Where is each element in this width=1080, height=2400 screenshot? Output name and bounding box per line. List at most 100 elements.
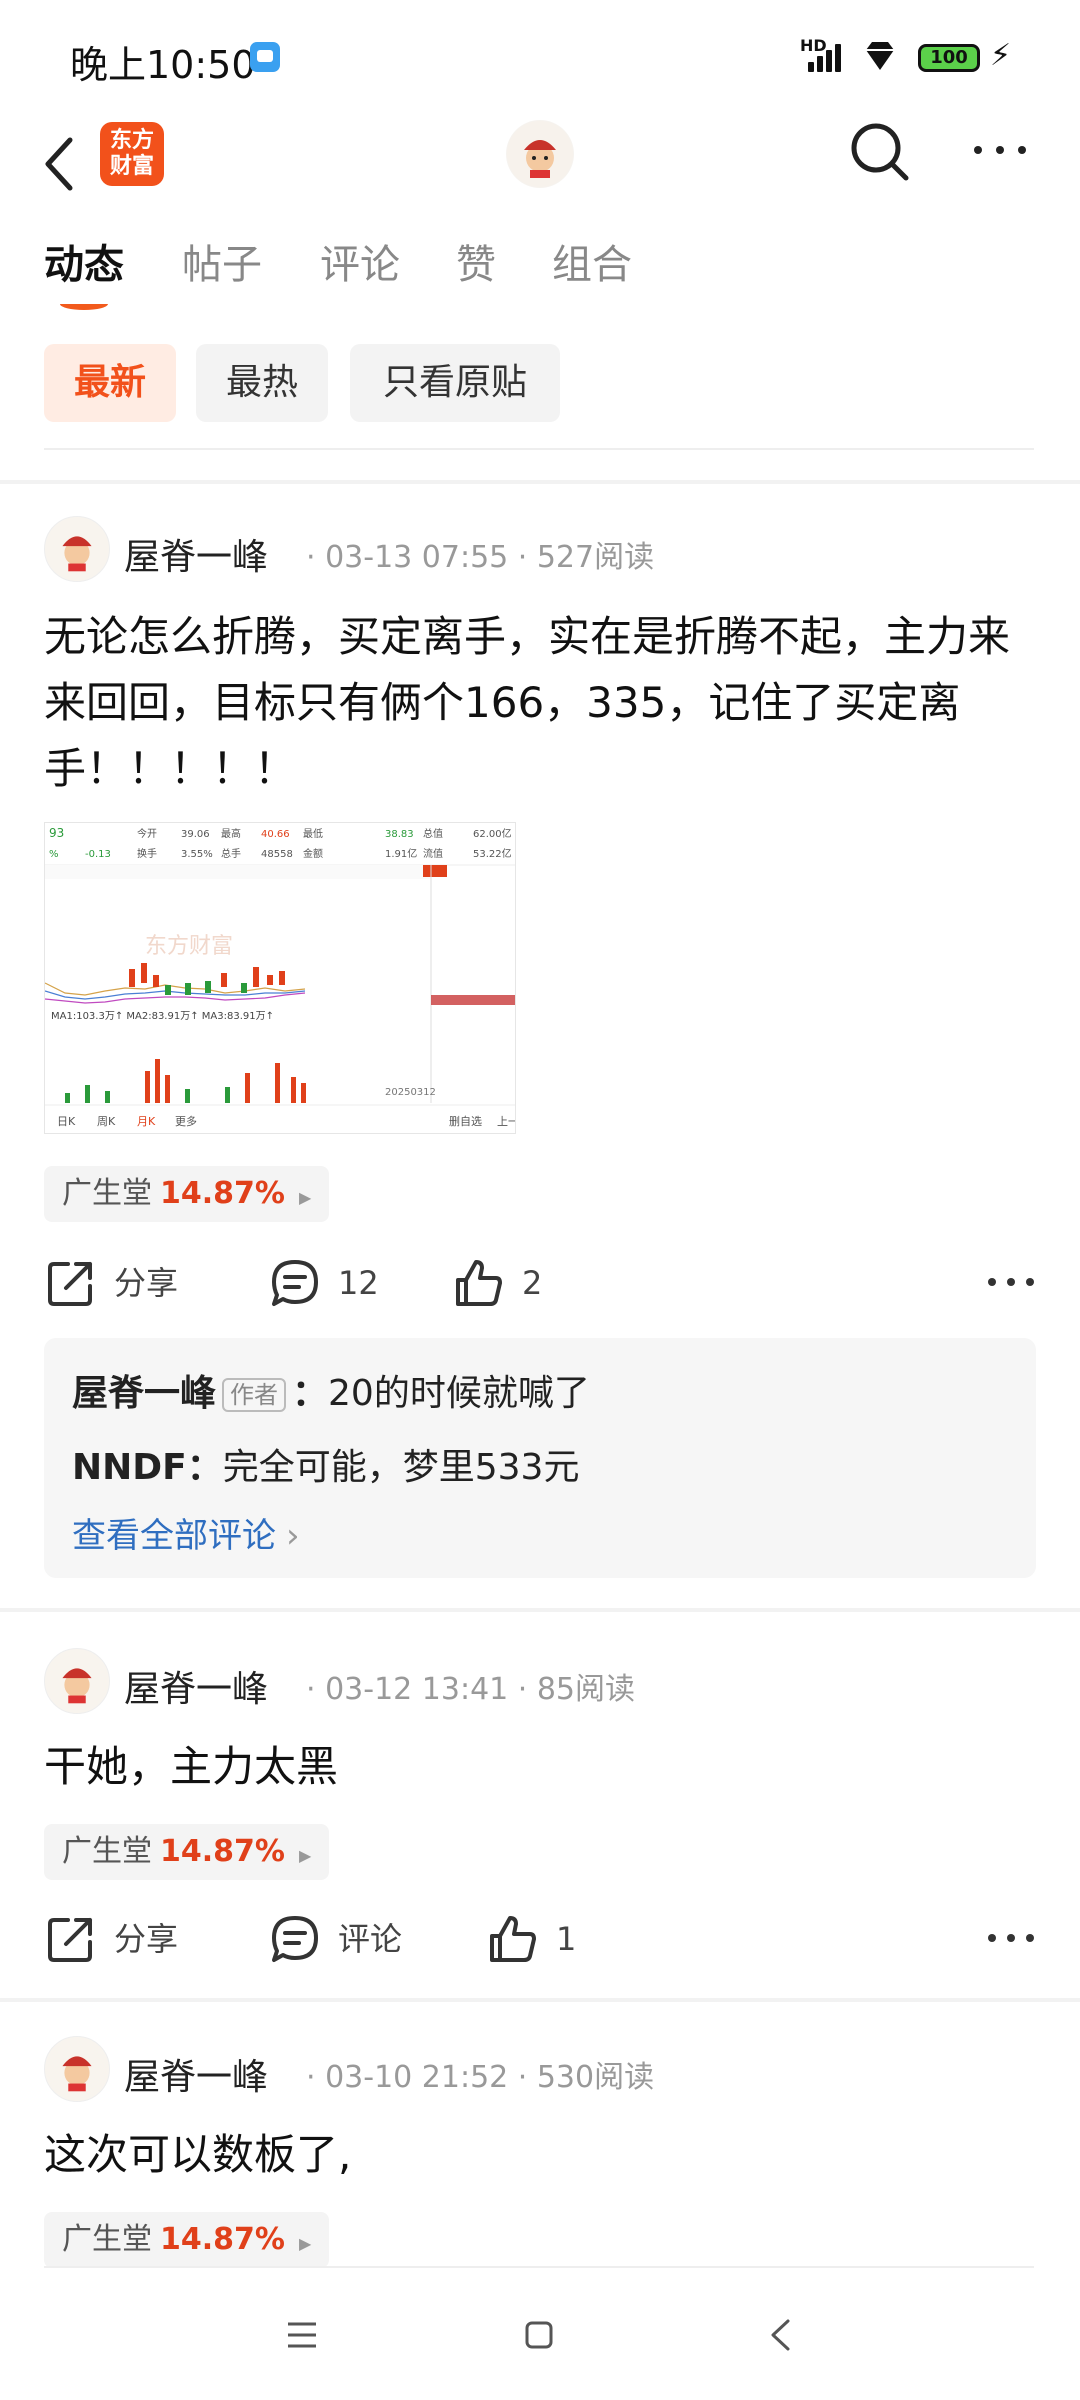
chart-stat-label: 换手 <box>137 847 157 860</box>
stock-name: 广生堂 <box>62 1176 152 1211</box>
stock-name: 广生堂 <box>62 2222 152 2257</box>
share-icon <box>48 1262 92 1306</box>
signal-icon <box>808 40 848 72</box>
menu-icon[interactable] <box>286 2320 318 2350</box>
chart-stat-value: 40.66 <box>261 829 290 840</box>
comment-icon <box>272 1260 318 1306</box>
more-icon[interactable] <box>986 1930 1036 1946</box>
chart-stat-label: 最低 <box>303 827 323 840</box>
charging-icon: ⚡ <box>990 38 1012 73</box>
post-header: 屋脊一峰 · 03-13 07:55 · 527阅读 <box>44 516 1044 586</box>
tab-active-indicator <box>60 298 108 310</box>
tab-likes[interactable]: 赞 <box>456 232 496 290</box>
like-button[interactable]: 1 <box>486 1904 606 1974</box>
chart-watermark: 东方财富 <box>145 934 233 959</box>
play-arrow-icon: ▶ <box>298 1188 312 1207</box>
comment-button[interactable]: 12 <box>268 1248 408 1318</box>
chart-stat-label: -0.13 <box>85 849 111 860</box>
like-button[interactable]: 2 <box>452 1248 592 1318</box>
like-count: 1 <box>556 1920 577 1958</box>
comment-text: 完全可能，梦里533元 <box>222 1447 580 1488</box>
post-meta: · 03-13 07:55 · 527阅读 <box>306 540 655 575</box>
more-icon[interactable] <box>986 1274 1036 1290</box>
chart-stat-value: 38.83 <box>385 829 414 840</box>
commenter-name: NNDF <box>72 1447 187 1488</box>
comment-preview[interactable]: 屋脊一峰 作者 ：20的时候就喊了 NNDF：完全可能，梦里533元 查看全部评论 › <box>44 1338 1036 1578</box>
system-nav-bar <box>0 2270 1080 2400</box>
post-text[interactable]: 无论怎么折腾，买定离手，实在是折腾不起，主力来来回回，目标只有俩个166，335… <box>44 604 1044 802</box>
chart-stat-label: 总值 <box>423 827 443 840</box>
comment-count: 12 <box>338 1264 379 1302</box>
comment-label: 评论 <box>338 1920 403 1958</box>
chart-stat-value: 39.06 <box>181 829 210 840</box>
play-arrow-icon: ▶ <box>298 2234 312 2253</box>
kline-chart-image: 93 % -0.13 今开 39.06 最高 40.66 最低 38.83 总值… <box>45 823 516 1133</box>
filter-original-only[interactable]: 只看原贴 <box>350 344 560 422</box>
tab-dynamic[interactable]: 动态 <box>44 232 124 290</box>
stock-name: 广生堂 <box>62 1834 152 1869</box>
author-avatar[interactable] <box>44 1648 110 1714</box>
filter-hot[interactable]: 最热 <box>196 344 328 422</box>
chevron-right-icon: › <box>286 1516 300 1556</box>
stock-change: 14.87% <box>160 1176 285 1211</box>
notification-app-icon <box>250 42 280 72</box>
author-tag: 作者 <box>222 1378 287 1412</box>
tab-comments[interactable]: 评论 <box>320 232 400 290</box>
share-icon <box>48 1918 92 1962</box>
post-image-kline[interactable]: 93 % -0.13 今开 39.06 最高 40.66 最低 38.83 总值… <box>44 822 516 1134</box>
author-name[interactable]: 屋脊一峰 <box>124 2048 268 2100</box>
stock-change: 14.87% <box>160 1834 285 1869</box>
post-meta: · 03-12 13:41 · 85阅读 <box>306 1672 636 1707</box>
chart-date: 20250312 <box>385 1087 436 1098</box>
tab-portfolio[interactable]: 组合 <box>552 232 632 290</box>
chart-stat-label: 今开 <box>137 827 157 840</box>
chart-stat-label: 最高 <box>221 827 241 840</box>
top-nav: 东方 财富 <box>0 110 1080 230</box>
battery-indicator: 100 <box>918 44 980 72</box>
share-button[interactable]: 分享 <box>44 1248 214 1318</box>
author-name[interactable]: 屋脊一峰 <box>124 1660 268 1712</box>
divider <box>0 1998 1080 2002</box>
chart-stat-label: 93 <box>49 826 64 840</box>
commenter-name: 屋脊一峰 <box>72 1373 217 1414</box>
comment-button[interactable]: 评论 <box>268 1904 438 1974</box>
comment-item: 屋脊一峰 作者 ：20的时候就喊了 <box>72 1373 590 1414</box>
chart-side-next: 上一 <box>497 1115 516 1128</box>
post-actions: 分享 评论 1 <box>44 1904 1044 1974</box>
search-icon[interactable] <box>848 120 912 184</box>
post-text[interactable]: 这次可以数板了, <box>44 2122 1044 2188</box>
chart-stat-label: 总手 <box>221 847 241 860</box>
more-options-icon[interactable] <box>970 140 1030 160</box>
author-name[interactable]: 屋脊一峰 <box>124 528 268 580</box>
chart-stat-label: 金额 <box>303 847 323 860</box>
filter-bar: 最新 最热 只看原贴 <box>0 344 1080 424</box>
stock-tag[interactable]: 广生堂 14.87% ▶ <box>44 1824 330 1880</box>
stock-change: 14.87% <box>160 2222 285 2257</box>
chart-tab-more: 更多 <box>175 1114 197 1128</box>
stock-tag[interactable]: 广生堂 14.87% ▶ <box>44 1166 330 1222</box>
play-arrow-icon: ▶ <box>298 1846 312 1865</box>
status-bar: 晚上10:50 HD 100 ⚡ <box>0 0 1080 110</box>
author-avatar[interactable] <box>44 516 110 582</box>
post-actions: 分享 12 2 <box>44 1248 1044 1318</box>
chart-stat-label: % <box>49 849 59 860</box>
back-arrow-icon[interactable] <box>40 134 80 194</box>
view-all-comments-link[interactable]: 查看全部评论 › <box>72 1508 300 1557</box>
back-nav-icon[interactable] <box>768 2318 792 2352</box>
filter-latest[interactable]: 最新 <box>44 344 176 422</box>
eastmoney-logo[interactable]: 东方 财富 <box>100 122 164 186</box>
post-text[interactable]: 干她，主力太黑 <box>44 1734 1044 1800</box>
stock-tag[interactable]: 广生堂 14.87% ▶ <box>44 2212 330 2268</box>
post-header: 屋脊一峰 · 03-12 13:41 · 85阅读 <box>44 1648 1044 1718</box>
share-label: 分享 <box>114 1264 179 1302</box>
home-icon[interactable] <box>524 2320 554 2350</box>
author-avatar[interactable] <box>44 2036 110 2102</box>
status-time: 晚上10:50 <box>70 43 256 87</box>
user-avatar[interactable] <box>506 120 574 188</box>
chart-side-button: 删自选 <box>449 1115 482 1128</box>
post-header: 屋脊一峰 · 03-10 21:52 · 530阅读 <box>44 2036 1044 2106</box>
share-button[interactable]: 分享 <box>44 1904 214 1974</box>
divider <box>0 1608 1080 1612</box>
chart-stat-value: 62.00亿 <box>473 827 512 840</box>
tab-posts[interactable]: 帖子 <box>182 232 262 290</box>
